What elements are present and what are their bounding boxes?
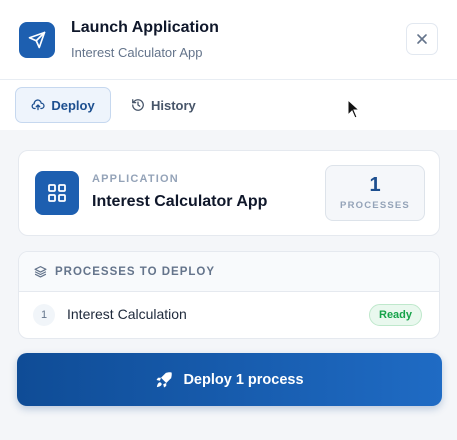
dialog-subtitle: Interest Calculator App: [71, 45, 203, 60]
application-section-label: APPLICATION: [92, 173, 179, 185]
process-count: 1: [369, 174, 381, 196]
deploy-button-label: Deploy 1 process: [183, 371, 304, 388]
history-icon: [132, 99, 144, 111]
processes-card: PROCESSES TO DEPLOY 1 Interest Calculati…: [18, 251, 440, 339]
tab-bar: Deploy History: [0, 80, 457, 130]
process-name: Interest Calculation: [67, 306, 187, 322]
tab-history[interactable]: History: [119, 87, 208, 123]
layers-icon: [34, 266, 47, 278]
processes-heading-label: PROCESSES TO DEPLOY: [55, 265, 216, 278]
process-count-label: PROCESSES: [340, 200, 410, 211]
application-card: APPLICATION Interest Calculator App 1 PR…: [18, 150, 440, 236]
close-button[interactable]: [406, 23, 438, 55]
grid-icon: [35, 171, 79, 215]
process-index: 1: [33, 304, 55, 326]
processes-heading: PROCESSES TO DEPLOY: [19, 252, 439, 292]
mouse-cursor-icon: [347, 99, 361, 119]
tab-deploy-label: Deploy: [51, 97, 95, 113]
tab-history-label: History: [151, 97, 196, 113]
dialog-header: Launch Application Interest Calculator A…: [0, 0, 457, 80]
tab-deploy[interactable]: Deploy: [15, 87, 111, 123]
process-count-box: 1 PROCESSES: [325, 165, 425, 221]
process-row[interactable]: 1 Interest Calculation Ready: [19, 292, 439, 338]
rocket-icon: [156, 371, 173, 387]
dialog-title: Launch Application: [71, 19, 219, 36]
deploy-button[interactable]: Deploy 1 process: [17, 353, 442, 406]
cloud-upload-icon: [31, 99, 45, 111]
application-name: Interest Calculator App: [92, 193, 268, 210]
send-icon: [19, 22, 55, 58]
status-badge: Ready: [369, 304, 423, 326]
close-icon: [417, 34, 427, 44]
